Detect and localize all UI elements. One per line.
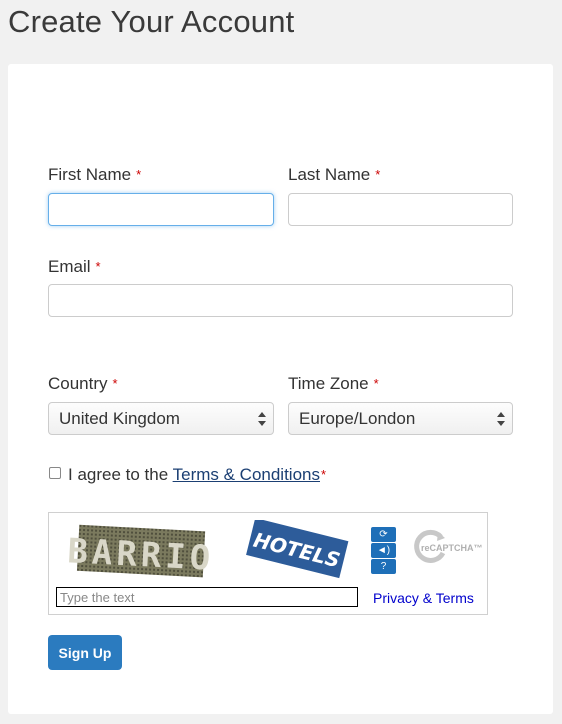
required-marker: * [373, 376, 379, 391]
audio-icon[interactable]: ◄) [371, 543, 396, 558]
time-zone-selected-value: Europe/London [299, 409, 416, 428]
first-name-label: First Name * [48, 165, 142, 184]
email-input[interactable] [48, 284, 513, 317]
required-marker: * [95, 259, 101, 274]
refresh-icon[interactable]: ⟳ [371, 527, 396, 542]
sign-up-button[interactable]: Sign Up [48, 635, 122, 670]
required-marker: * [375, 167, 381, 182]
last-name-label: Last Name * [288, 165, 381, 184]
agree-terms-checkbox[interactable] [49, 467, 61, 479]
captcha-response-input[interactable] [56, 587, 358, 607]
terms-conditions-link[interactable]: Terms & Conditions [173, 465, 320, 484]
last-name-input[interactable] [288, 193, 513, 226]
country-select[interactable]: United Kingdom [48, 402, 274, 435]
recaptcha-logo: reCAPTCHA™ [414, 529, 483, 563]
page-title: Create Your Account [8, 4, 295, 39]
time-zone-label: Time Zone * [288, 374, 379, 393]
agree-terms-text: I agree to the Terms & Conditions* [68, 465, 327, 484]
captcha-image: BARRIO HOTELS [56, 520, 356, 583]
captcha-widget: BARRIO HOTELS ⟳ ◄) ? reCAPTCHA™ Privacy … [48, 512, 488, 615]
select-arrows-icon [258, 412, 266, 426]
captcha-word-1: BARRIO [66, 531, 215, 579]
help-icon[interactable]: ? [371, 559, 396, 574]
recaptcha-brand-text: reCAPTCHA™ [421, 543, 483, 553]
required-marker: * [136, 167, 142, 182]
country-selected-value: United Kingdom [59, 409, 180, 428]
time-zone-select[interactable]: Europe/London [288, 402, 513, 435]
email-label: Email * [48, 257, 101, 276]
country-label: Country * [48, 374, 118, 393]
privacy-terms-link[interactable]: Privacy & Terms [373, 590, 474, 606]
required-marker: * [112, 376, 118, 391]
first-name-input[interactable] [48, 193, 274, 226]
select-arrows-icon [497, 412, 505, 426]
required-marker: * [321, 467, 327, 482]
